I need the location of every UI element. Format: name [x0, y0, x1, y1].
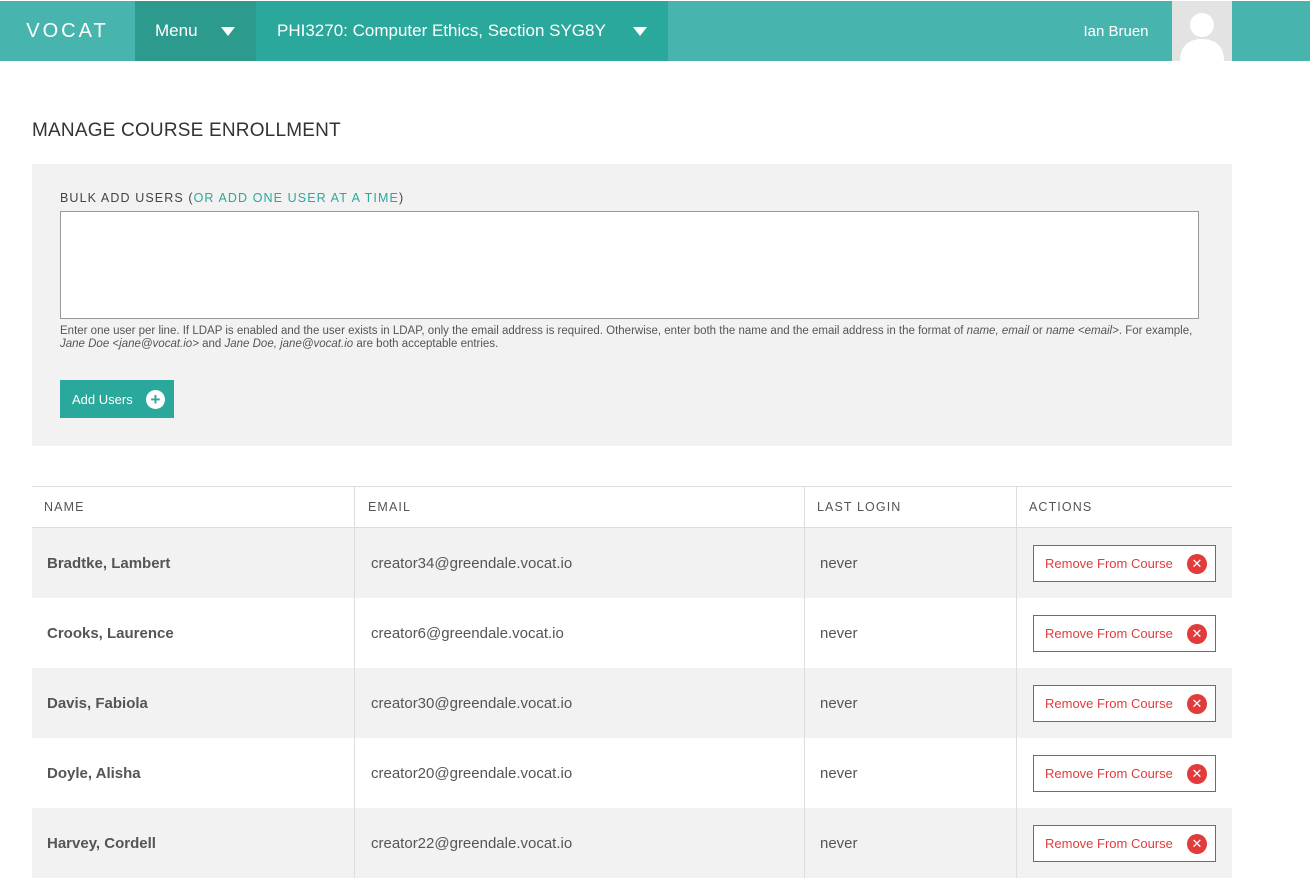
column-divider [1016, 668, 1017, 738]
column-divider [804, 808, 805, 878]
last-login-cell: never [820, 764, 858, 782]
column-header-email[interactable]: EMAIL [368, 487, 411, 527]
user-name-cell: Doyle, Alisha [47, 764, 141, 782]
close-icon: ✕ [1187, 624, 1207, 644]
help-text-or: or [1029, 325, 1046, 337]
last-login-cell: never [820, 624, 858, 642]
bulk-add-help-text: Enter one user per line. If LDAP is enab… [60, 325, 1200, 351]
column-divider [1016, 738, 1017, 808]
table-row: Bradtke, Lambert creator34@greendale.voc… [32, 528, 1232, 598]
column-divider [1016, 808, 1017, 878]
last-login-cell: never [820, 694, 858, 712]
vocat-logo[interactable]: VOCAT [0, 1, 135, 61]
chevron-down-icon [221, 27, 235, 36]
column-divider [354, 738, 355, 808]
column-divider [354, 528, 355, 598]
add-users-label: Add Users [72, 391, 133, 407]
remove-from-course-button[interactable]: Remove From Course ✕ [1033, 755, 1216, 792]
column-header-last-login[interactable]: LAST LOGIN [817, 487, 901, 527]
course-label: PHI3270: Computer Ethics, Section SYG8Y [277, 21, 606, 40]
user-email-cell: creator6@greendale.vocat.io [371, 624, 564, 642]
help-example-2: Jane Doe, jane@vocat.io [224, 338, 354, 350]
help-text-and: and [198, 338, 225, 350]
remove-from-course-button[interactable]: Remove From Course ✕ [1033, 545, 1216, 582]
chevron-down-icon [633, 27, 647, 36]
last-login-cell: never [820, 554, 858, 572]
add-one-user-link[interactable]: OR ADD ONE USER AT A TIME [194, 191, 399, 205]
top-navigation-bar: VOCAT Menu PHI3270: Computer Ethics, Sec… [0, 1, 1310, 61]
table-row: Crooks, Laurence creator6@greendale.voca… [32, 598, 1232, 668]
column-divider [354, 598, 355, 668]
last-login-cell: never [820, 834, 858, 852]
remove-from-course-label: Remove From Course [1045, 556, 1173, 571]
help-example-1: Jane Doe <jane@vocat.io> [60, 338, 199, 350]
column-divider [1016, 487, 1017, 527]
remove-from-course-button[interactable]: Remove From Course ✕ [1033, 615, 1216, 652]
column-divider [1016, 598, 1017, 668]
remove-from-course-label: Remove From Course [1045, 696, 1173, 711]
avatar[interactable] [1172, 1, 1232, 61]
column-divider [354, 808, 355, 878]
user-email-cell: creator22@greendale.vocat.io [371, 834, 573, 852]
remove-from-course-button[interactable]: Remove From Course ✕ [1033, 685, 1216, 722]
help-format-2: name <email> [1045, 325, 1119, 337]
user-name-cell: Harvey, Cordell [47, 834, 156, 852]
bulk-add-label-text: BULK ADD USERS ( [60, 191, 194, 205]
user-email-cell: creator34@greendale.vocat.io [371, 554, 573, 572]
column-divider [804, 738, 805, 808]
table-header-row: NAME EMAIL LAST LOGIN ACTIONS [32, 487, 1232, 528]
menu-label: Menu [155, 21, 198, 40]
column-divider [354, 668, 355, 738]
user-email-cell: creator30@greendale.vocat.io [371, 694, 573, 712]
close-icon: ✕ [1187, 834, 1207, 854]
help-text-part: Enter one user per line. If LDAP is enab… [60, 325, 967, 337]
user-email-cell: creator20@greendale.vocat.io [371, 764, 573, 782]
bulk-add-label-close: ) [398, 191, 405, 205]
column-divider [804, 598, 805, 668]
menu-button[interactable]: Menu [135, 1, 256, 61]
close-icon: ✕ [1187, 694, 1207, 714]
column-header-actions: ACTIONS [1029, 500, 1093, 514]
table-row: Davis, Fabiola creator30@greendale.vocat… [32, 668, 1232, 738]
help-text-part: are both acceptable entries. [353, 338, 499, 350]
column-divider [804, 668, 805, 738]
user-name[interactable]: Ian Bruen [1070, 1, 1162, 61]
remove-from-course-label: Remove From Course [1045, 836, 1173, 851]
user-name-cell: Bradtke, Lambert [47, 554, 171, 572]
user-silhouette-icon [1172, 1, 1232, 61]
close-icon: ✕ [1187, 554, 1207, 574]
course-selector-button[interactable]: PHI3270: Computer Ethics, Section SYG8Y [256, 1, 668, 61]
remove-from-course-label: Remove From Course [1045, 766, 1173, 781]
enrollment-table: NAME EMAIL LAST LOGIN ACTIONS Bradtke, L… [32, 486, 1232, 878]
table-row: Doyle, Alisha creator20@greendale.vocat.… [32, 738, 1232, 808]
add-users-button[interactable]: Add Users + [60, 380, 174, 418]
column-divider [1016, 528, 1017, 598]
user-name-cell: Crooks, Laurence [47, 624, 174, 642]
column-header-name[interactable]: NAME [44, 487, 85, 527]
close-icon: ✕ [1187, 764, 1207, 784]
user-name-cell: Davis, Fabiola [47, 694, 148, 712]
remove-from-course-label: Remove From Course [1045, 626, 1173, 641]
bulk-add-panel: BULK ADD USERS (OR ADD ONE USER AT A TIM… [32, 164, 1232, 446]
column-divider [804, 487, 805, 527]
bulk-add-label: BULK ADD USERS (OR ADD ONE USER AT A TIM… [60, 191, 404, 205]
page-title: MANAGE COURSE ENROLLMENT [32, 120, 341, 141]
column-divider [354, 487, 355, 527]
help-text-part: . For example, [1118, 325, 1193, 337]
bulk-add-users-input[interactable] [60, 211, 1199, 319]
table-row: Harvey, Cordell creator22@greendale.voca… [32, 808, 1232, 878]
plus-icon: + [146, 390, 165, 409]
column-divider [804, 528, 805, 598]
help-format-1: name, email [966, 325, 1030, 337]
remove-from-course-button[interactable]: Remove From Course ✕ [1033, 825, 1216, 862]
